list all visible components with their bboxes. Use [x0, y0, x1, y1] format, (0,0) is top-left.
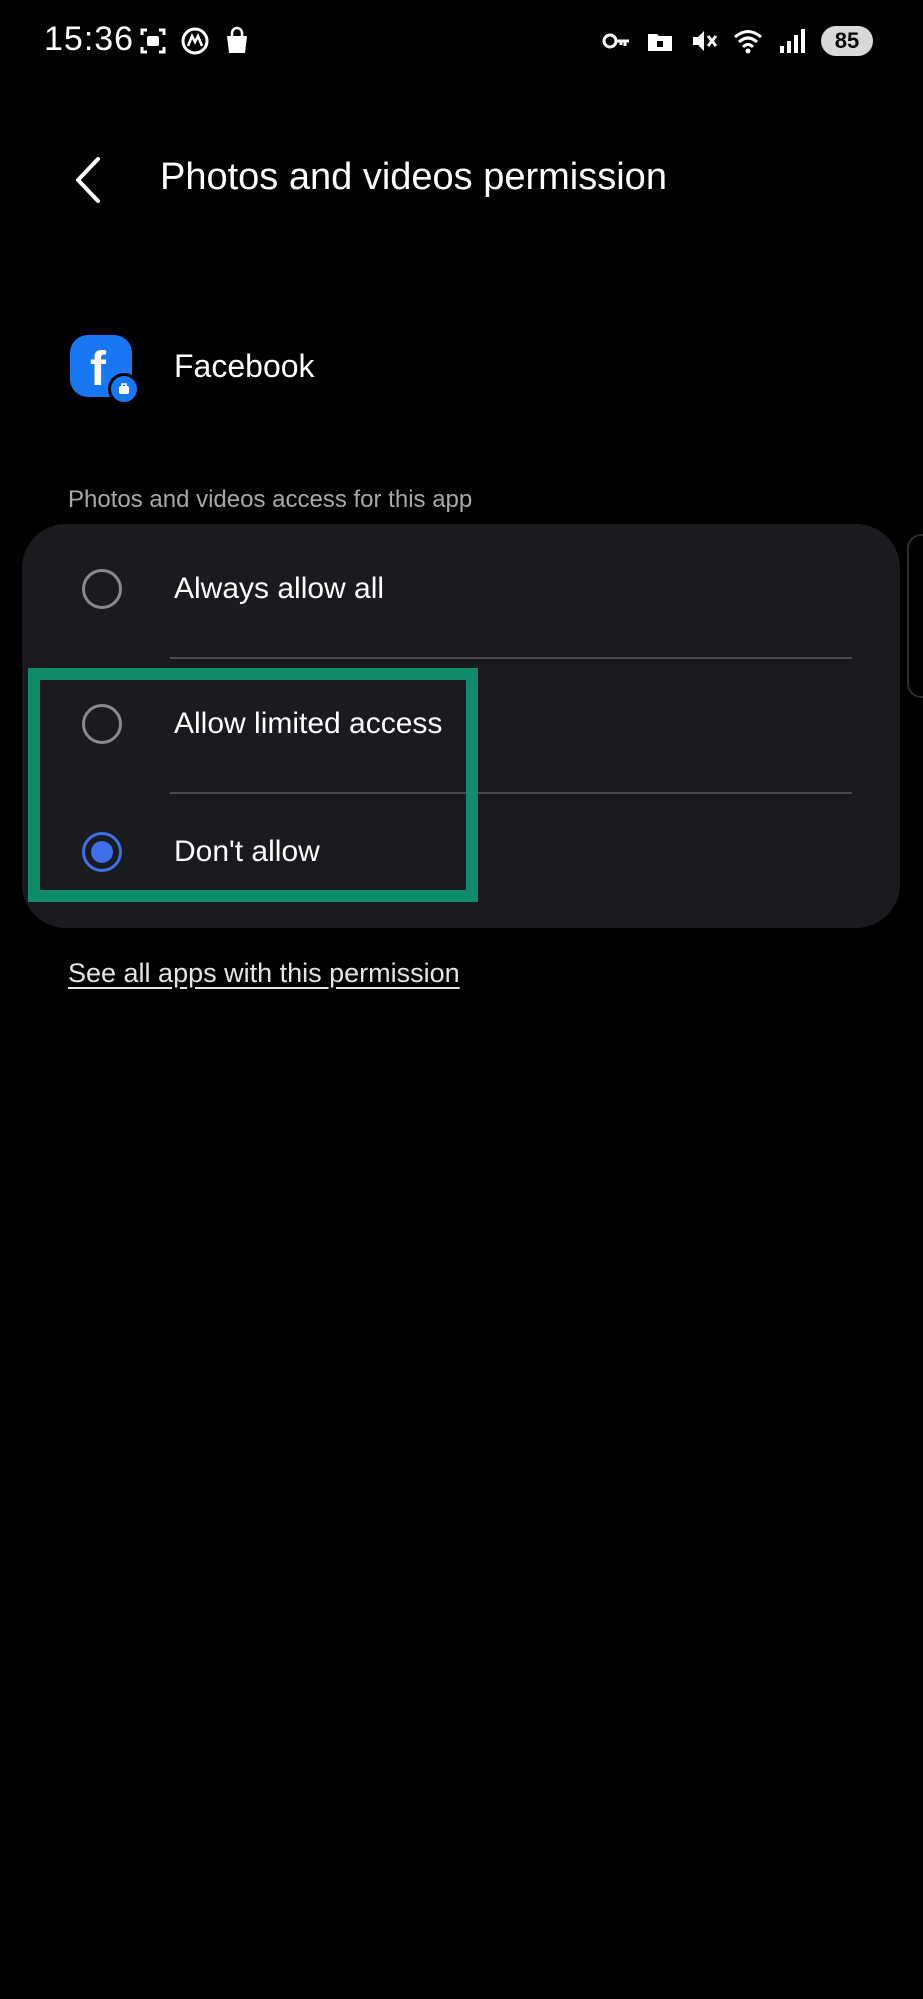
option-always-allow-all[interactable]: Always allow all — [22, 524, 900, 654]
key-icon — [602, 33, 629, 49]
signal-icon — [780, 29, 805, 53]
section-label: Photos and videos access for this app — [68, 486, 473, 513]
status-left-icons — [138, 26, 252, 56]
shopping-bag-icon — [227, 26, 247, 53]
chevron-left-icon — [76, 157, 100, 203]
facebook-icon: f — [70, 335, 140, 405]
option-label: Always allow all — [174, 572, 385, 605]
status-bar: 15:36 85 — [0, 0, 923, 90]
app-row: f Facebook — [70, 335, 315, 405]
assistant-icon — [181, 27, 209, 55]
mute-icon — [693, 31, 718, 51]
back-button[interactable] — [62, 150, 112, 210]
wifi-icon — [734, 30, 762, 54]
highlight-box — [28, 668, 478, 902]
screenshot-icon — [140, 28, 166, 54]
see-all-apps-link[interactable]: See all apps with this permission — [68, 958, 460, 989]
dual-app-badge-icon — [108, 373, 140, 405]
edge-panel-handle[interactable] — [907, 534, 923, 698]
facebook-logo-letter: f — [90, 342, 106, 396]
battery-indicator: 85 — [821, 26, 873, 56]
folder-lock-icon — [648, 34, 672, 51]
status-right-icons: 85 — [601, 26, 873, 56]
status-time: 15:36 — [44, 20, 135, 58]
app-name: Facebook — [174, 347, 315, 384]
radio-always-allow-all[interactable] — [82, 569, 122, 609]
page-title: Photos and videos permission — [160, 156, 667, 198]
